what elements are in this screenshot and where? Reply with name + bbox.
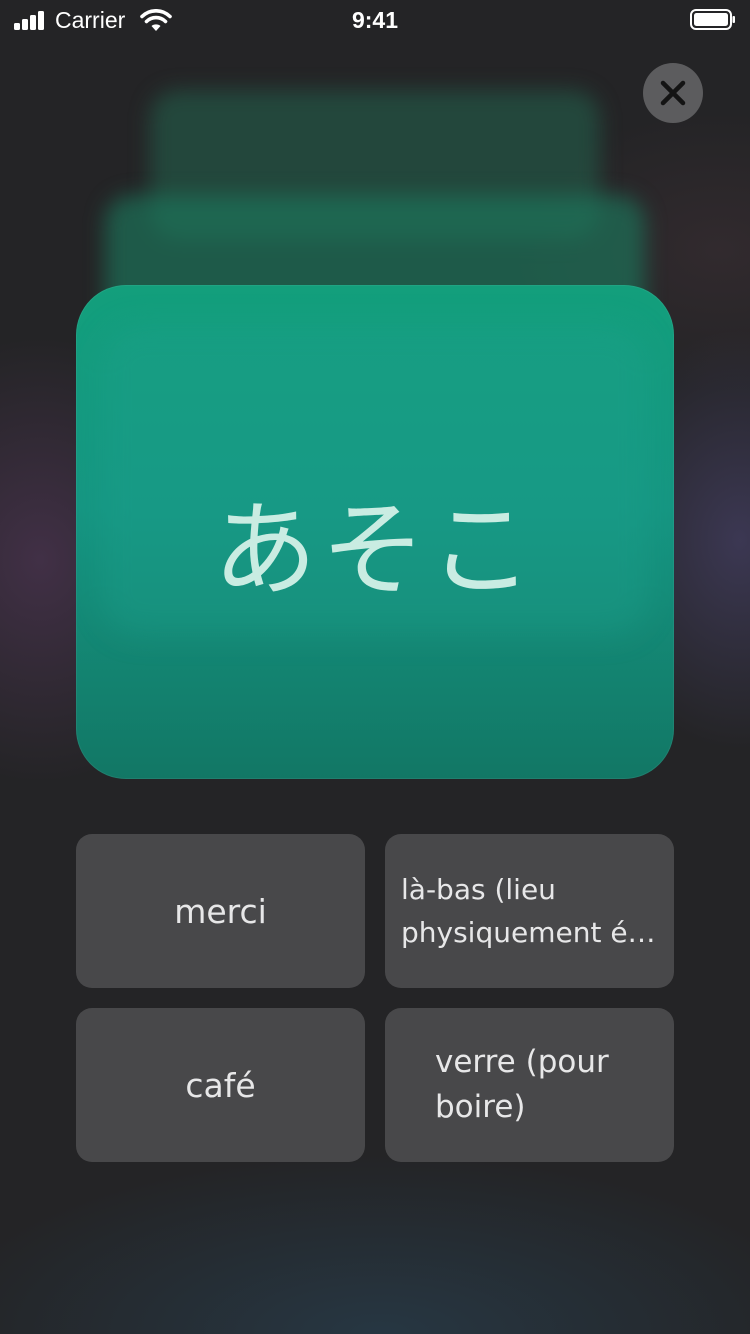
answer-option-4[interactable]: verre (pour boire)	[385, 1008, 674, 1162]
answer-option-label: verre (pour boire)	[385, 1008, 674, 1162]
answer-option-label: merci	[174, 891, 267, 931]
answer-option-label-line2: boire)	[435, 1089, 526, 1125]
answer-option-2[interactable]: là-bas (lieu physiquement é…	[385, 834, 674, 988]
answer-option-label-line1: là-bas (lieu	[401, 873, 556, 906]
answer-option-label-line2: physiquement é…	[401, 916, 656, 949]
status-bar: Carrier 9:41	[0, 0, 750, 40]
close-button[interactable]	[643, 63, 703, 123]
answer-option-label: café	[185, 1065, 256, 1105]
close-icon	[660, 80, 686, 106]
flashcard[interactable]: あそこ	[76, 285, 674, 779]
answer-option-label-line1: verre (pour	[435, 1044, 609, 1080]
answer-option-3[interactable]: café	[76, 1008, 365, 1162]
answer-option-label: là-bas (lieu physiquement é…	[385, 834, 674, 988]
battery-icon	[690, 9, 735, 30]
answer-option-1[interactable]: merci	[76, 834, 365, 988]
clock: 9:41	[351, 7, 399, 33]
flashcard-word: あそこ	[212, 489, 537, 611]
